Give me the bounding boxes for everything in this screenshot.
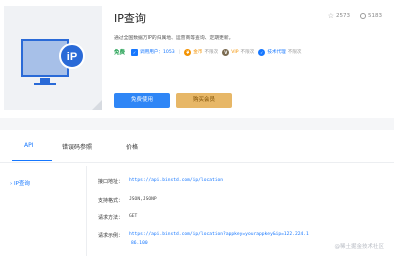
vip-tag: V VIP 不限次 xyxy=(222,48,255,56)
watermark: @稀土掘金技术社区 xyxy=(334,244,384,250)
api-stats: ☆ 2573 5183 xyxy=(328,12,382,20)
api-tags: 免费 ✓ 调用用户：1053 | ¥ 金币 不限次 V VIP 不限次 ✓ 技术… xyxy=(114,48,302,56)
api-thumbnail: iP xyxy=(4,6,102,110)
api-example-link[interactable]: https://api.binstd.com/ip/location?appke… xyxy=(129,232,309,239)
free-use-button[interactable]: 免费使用 xyxy=(114,93,170,108)
tech-tag-note: 不限次 xyxy=(287,50,302,55)
chevron-right-icon: › xyxy=(10,181,13,187)
api-url-label: 接口地址： xyxy=(98,179,124,185)
gold-tag-note: 不限次 xyxy=(204,50,219,55)
developer-tag: ✓ 调用用户：1053 xyxy=(131,48,175,56)
thumbnail-corner xyxy=(92,100,102,110)
sidebar-item-ip-query[interactable]: › IP查询 xyxy=(10,179,30,187)
api-title: IP查询 xyxy=(114,12,146,25)
developer-tag-label: 调用用户：1053 xyxy=(140,50,175,55)
api-format-label: 支持格式： xyxy=(98,198,124,204)
api-example-label: 请求示例： xyxy=(98,233,124,239)
tech-tag-label: 技术代理 xyxy=(267,50,286,55)
tab-price[interactable]: 价格 xyxy=(126,142,138,151)
developer-icon: ✓ xyxy=(131,48,139,56)
section-divider xyxy=(0,118,394,130)
sidebar-divider xyxy=(86,166,87,256)
gold-tag: ¥ 金币 不限次 xyxy=(184,48,219,56)
api-format-value: JSON,JSONP xyxy=(129,197,157,202)
buy-vip-button[interactable]: 购买会员 xyxy=(176,93,232,108)
free-badge: 免费 xyxy=(114,50,126,56)
vip-icon: V xyxy=(222,48,230,56)
user-icon xyxy=(360,13,366,19)
tech-support-icon: ✓ xyxy=(258,48,266,56)
gold-coin-icon: ¥ xyxy=(184,48,192,56)
sidebar-item-label: IP查询 xyxy=(13,181,30,187)
api-description: 通过全国数据万IP的归属地、运营商等查询、定期更新。 xyxy=(114,36,234,41)
gold-tag-label: 金币 xyxy=(193,50,203,55)
tab-error-codes[interactable]: 错误码参照 xyxy=(62,142,92,151)
api-method-value: GET xyxy=(129,214,138,219)
api-example-link-continued[interactable]: 86.100 xyxy=(131,241,148,246)
api-url-row: 接口地址： https://api.binstd.com/ip/location xyxy=(98,178,223,185)
tab-bar: API 错误码参照 价格 xyxy=(0,138,394,161)
user-count: 5183 xyxy=(360,12,382,20)
api-format-row: 支持格式： JSON,JSONP xyxy=(98,197,157,204)
vip-tag-label: VIP xyxy=(231,49,239,55)
tab-divider xyxy=(0,162,394,163)
tech-tag: ✓ 技术代理 不限次 xyxy=(258,48,302,56)
api-url-link[interactable]: https://api.binstd.com/ip/location xyxy=(129,178,223,185)
favorite-count-value: 2573 xyxy=(336,13,350,19)
vip-tag-note: 不限次 xyxy=(240,50,255,55)
tag-separator: | xyxy=(178,49,181,55)
svg-text:iP: iP xyxy=(67,51,77,63)
tab-api[interactable]: API xyxy=(24,142,34,149)
api-method-row: 请求方法： GET xyxy=(98,214,137,221)
api-method-label: 请求方法： xyxy=(98,215,124,221)
favorite-count[interactable]: ☆ 2573 xyxy=(328,12,350,20)
star-icon: ☆ xyxy=(327,12,334,20)
user-count-value: 5183 xyxy=(368,13,382,19)
monitor-ip-icon: iP xyxy=(21,39,85,85)
active-tab-indicator xyxy=(12,160,52,161)
api-example-row: 请求示例： https://api.binstd.com/ip/location… xyxy=(98,232,309,239)
